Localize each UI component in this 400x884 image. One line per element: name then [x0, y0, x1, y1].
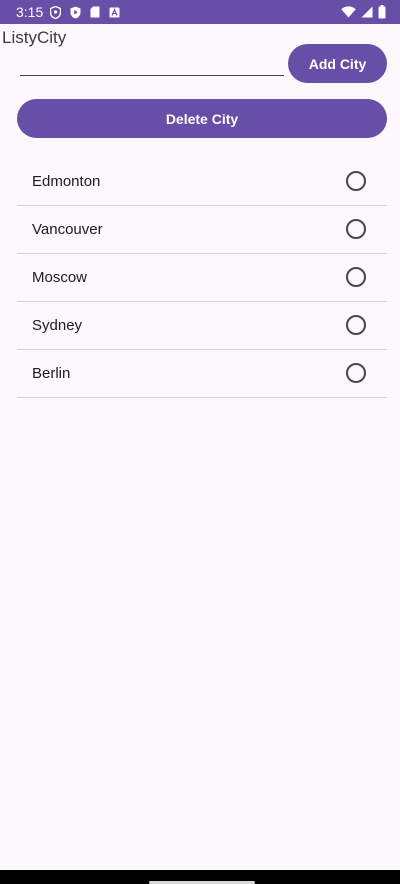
status-left-icons [50, 5, 120, 19]
city-name: Sydney [32, 317, 83, 334]
city-name: Berlin [32, 365, 71, 382]
city-name: Vancouver [32, 221, 103, 238]
radio-button[interactable] [346, 219, 366, 239]
radio-button[interactable] [346, 267, 366, 287]
radio-button[interactable] [346, 363, 366, 383]
status-bar: 3:15 [0, 0, 400, 24]
play-protect-icon [70, 6, 81, 19]
status-right-icons [341, 5, 386, 19]
list-item[interactable]: Sydney [17, 302, 387, 350]
autofill-icon [109, 7, 120, 18]
city-name-input[interactable] [20, 50, 284, 76]
navigation-bar [0, 870, 400, 884]
list-item[interactable]: Vancouver [17, 206, 387, 254]
delete-city-button[interactable]: Delete City [17, 99, 387, 138]
signal-icon [361, 6, 373, 18]
add-city-button[interactable]: Add City [288, 44, 387, 83]
status-time: 3:15 [16, 4, 44, 20]
wifi-icon [341, 6, 356, 18]
list-item[interactable]: Moscow [17, 254, 387, 302]
shield-icon [50, 5, 61, 19]
radio-button[interactable] [346, 315, 366, 335]
city-list: Edmonton Vancouver Moscow Sydney Berlin [17, 158, 387, 398]
battery-icon [378, 5, 386, 19]
city-name: Edmonton [32, 173, 101, 190]
list-item[interactable]: Edmonton [17, 158, 387, 206]
list-item[interactable]: Berlin [17, 350, 387, 398]
sd-card-icon [90, 6, 100, 18]
app-title: ListyCity [2, 28, 67, 47]
city-name: Moscow [32, 269, 88, 286]
radio-button[interactable] [346, 171, 366, 191]
